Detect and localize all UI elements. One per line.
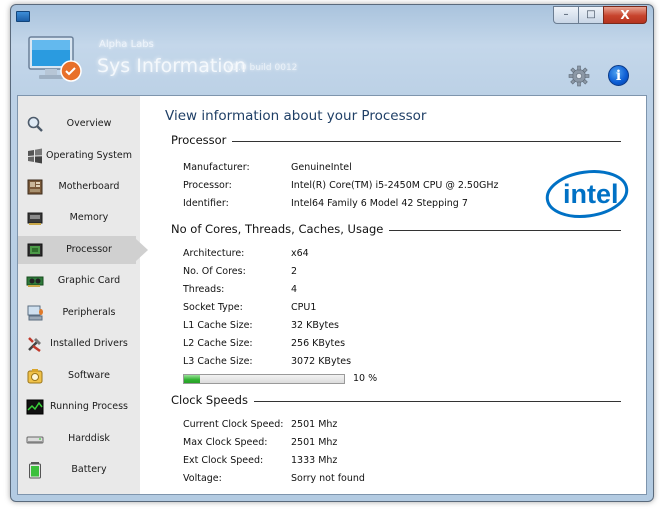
sidebar-item-label: Peripherals [62, 307, 116, 318]
info-value: 2501 Mhz [291, 419, 338, 430]
info-value: 1333 Mhz [291, 455, 338, 466]
cpu-usage-fill [184, 375, 200, 383]
info-key: Identifier: [183, 198, 229, 209]
sidebar-item-label: Overview [66, 118, 112, 129]
window-controls: – □ X [553, 6, 647, 24]
section-title: Processor [171, 133, 233, 147]
sidebar-item-label: Operating System [46, 150, 132, 161]
sidebar-item-label: Graphic Card [57, 275, 121, 286]
sidebar-item-label: Harddisk [68, 433, 110, 444]
sidebar-item-label: Processor [66, 244, 112, 255]
sidebar-item-peripherals[interactable]: Peripherals [18, 299, 136, 327]
intel-logo: intel [545, 170, 629, 218]
sidebar-item-software[interactable]: Software [18, 362, 136, 390]
app-title: Sys Information [97, 55, 247, 77]
app-brand: Alpha Labs [99, 39, 154, 50]
gear-icon[interactable] [568, 65, 590, 87]
sidebar-item-processor[interactable]: Processor [18, 236, 148, 264]
info-key: Processor: [183, 180, 232, 191]
info-value: x64 [291, 248, 309, 259]
info-key: Ext Clock Speed: [183, 455, 264, 466]
sidebar-item-label: Motherboard [58, 181, 120, 192]
info-value: Intel64 Family 6 Model 42 Stepping 7 [291, 198, 468, 209]
info-value: 2 [291, 266, 298, 277]
info-key: Socket Type: [183, 302, 243, 313]
sidebar-item-label: Battery [71, 464, 107, 475]
sidebar-item-motherboard[interactable]: Motherboard [18, 173, 136, 201]
info-key: Max Clock Speed: [183, 437, 268, 448]
section-title: No of Cores, Threads, Caches, Usage [171, 222, 390, 236]
main-panel: View information about your Processor Pr… [141, 96, 646, 494]
minimize-button[interactable]: – [553, 6, 579, 24]
info-value: 2501 Mhz [291, 437, 338, 448]
info-key: Manufacturer: [183, 162, 250, 173]
app-window: – □ X Alpha Labs Sys Information v1.0 bu… [10, 4, 654, 502]
info-key: L2 Cache Size: [183, 338, 253, 349]
sidebar-item-graphic-card[interactable]: Graphic Card [18, 267, 136, 295]
sidebar-item-overview[interactable]: Overview [18, 110, 136, 138]
info-icon[interactable]: i [608, 65, 629, 86]
window-icon [16, 11, 30, 22]
intel-logo-text: intel [563, 179, 619, 209]
info-key: Architecture: [183, 248, 245, 259]
cpu-usage-progress [183, 374, 345, 384]
info-key: Threads: [183, 284, 225, 295]
info-key: L3 Cache Size: [183, 356, 253, 367]
info-key: L1 Cache Size: [183, 320, 253, 331]
close-button[interactable]: X [603, 6, 647, 24]
sidebar-item-label: Installed Drivers [50, 338, 128, 349]
section-title: Clock Speeds [171, 393, 254, 407]
sidebar-item-battery[interactable]: Battery [18, 456, 136, 484]
info-value: CPU1 [291, 302, 317, 313]
sidebar-item-running-process[interactable]: Running Process [18, 393, 136, 421]
monitor-logo-icon [28, 36, 82, 82]
maximize-button[interactable]: □ [578, 6, 604, 24]
sidebar-item-memory[interactable]: Memory [18, 204, 136, 232]
sidebar-item-operating-system[interactable]: Operating System [18, 142, 136, 170]
sidebar-item-harddisk[interactable]: Harddisk [18, 425, 136, 453]
info-value: 32 KBytes [291, 320, 339, 331]
section-clock-speeds: Clock Speeds [171, 393, 621, 409]
info-value: Sorry not found [291, 473, 365, 484]
page-title: View information about your Processor [165, 108, 427, 124]
sidebar-item-label: Software [68, 370, 110, 381]
info-value: 3072 KBytes [291, 356, 352, 367]
sidebar-item-label: Memory [69, 212, 109, 223]
sidebar: Overview Operating System Motherboard Me… [18, 96, 148, 494]
section-cores: No of Cores, Threads, Caches, Usage [171, 222, 621, 238]
info-key: Current Clock Speed: [183, 419, 284, 430]
info-key: No. Of Cores: [183, 266, 246, 277]
info-key: Voltage: [183, 473, 222, 484]
header-actions: i [568, 65, 629, 87]
cpu-usage-label: 10 % [353, 373, 378, 384]
section-processor: Processor [171, 133, 621, 149]
info-value: Intel(R) Core(TM) i5-2450M CPU @ 2.50GHz [291, 180, 499, 191]
info-value: 4 [291, 284, 298, 295]
sidebar-item-installed-drivers[interactable]: Installed Drivers [18, 330, 136, 358]
section-divider [171, 141, 621, 142]
sidebar-item-label: Running Process [50, 401, 128, 412]
content-panel: Overview Operating System Motherboard Me… [17, 95, 647, 495]
info-value: 256 KBytes [291, 338, 346, 349]
app-version: v1.0 build 0012 [227, 63, 298, 73]
info-value: GenuineIntel [291, 162, 352, 173]
